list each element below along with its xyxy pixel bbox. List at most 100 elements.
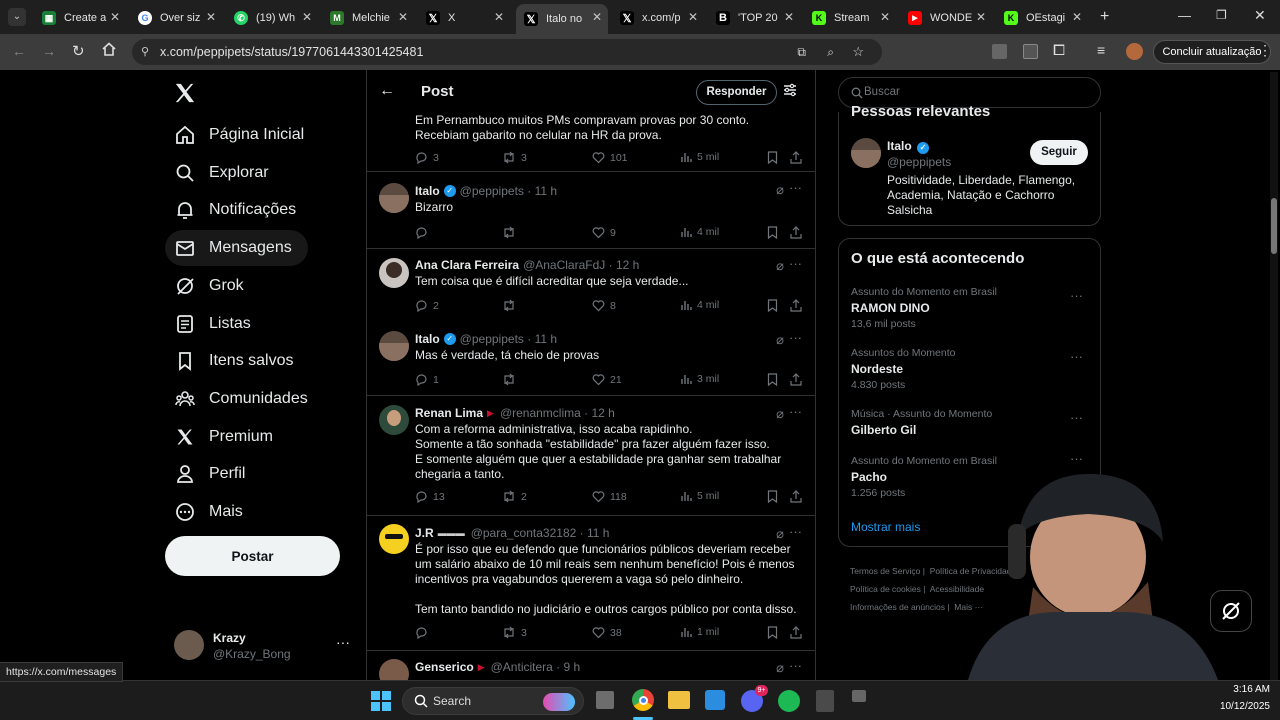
tweet-time[interactable]: 9 h (564, 660, 581, 674)
views-action[interactable]: 4 mil (680, 299, 719, 311)
close-tab-icon[interactable]: ✕ (880, 10, 890, 24)
address-bar[interactable]: ⚲ x.com/peppipets/status/197706144330142… (132, 39, 882, 65)
sidebar-item-more[interactable]: Mais (165, 494, 255, 530)
like-action[interactable]: 9 (592, 226, 616, 239)
store-icon[interactable] (705, 690, 725, 710)
retweet-action[interactable] (502, 226, 521, 239)
retweet-action[interactable]: 3 (502, 151, 527, 164)
close-tab-icon[interactable]: ✕ (592, 10, 602, 24)
author-handle[interactable]: @peppipets (460, 332, 524, 346)
grok-icon[interactable]: ⌀ (776, 332, 784, 348)
show-more-link[interactable]: Mostrar mais (851, 520, 920, 534)
browser-tab[interactable]: ▦ Create a ✕ (34, 4, 126, 32)
restore-button[interactable]: ❐ (1216, 8, 1227, 22)
views-action[interactable]: 1 mil (680, 626, 719, 638)
sidebar-item-messages[interactable]: Mensagens (165, 230, 308, 266)
close-tab-icon[interactable]: ✕ (494, 10, 504, 24)
browser-tab[interactable]: K Stream ✕ (804, 4, 896, 32)
sidebar-item-explore[interactable]: Explorar (165, 155, 281, 191)
close-tab-icon[interactable]: ✕ (1072, 10, 1082, 24)
share-icon[interactable] (790, 373, 807, 386)
browser-profile-avatar[interactable] (1126, 43, 1143, 60)
share-icon[interactable] (790, 151, 807, 164)
tweet-time[interactable]: 12 h (591, 406, 614, 420)
chrome-icon[interactable] (632, 689, 654, 711)
like-action[interactable]: 21 (592, 373, 622, 386)
share-icon[interactable] (790, 299, 807, 312)
sidebar-item-profile[interactable]: Perfil (165, 456, 257, 492)
browser-menu-icon[interactable]: ⋮ (1258, 42, 1272, 59)
reply-action[interactable]: 3 (415, 151, 439, 164)
tweet-time[interactable]: 11 h (587, 526, 609, 540)
browser-tab[interactable]: 𝕏 x.com/p ✕ (612, 4, 704, 32)
author-name[interactable]: Italo (415, 184, 440, 198)
views-action[interactable]: 5 mil (680, 151, 719, 163)
tweet[interactable]: Ana Clara Ferreira @AnaClaraFdJ · 12 h ⌀… (367, 249, 815, 326)
trend-item[interactable]: Assunto do Momento em Brasil RAMON DINO … (851, 286, 1091, 330)
footer-link[interactable]: Política de cookies (850, 584, 921, 594)
like-action[interactable]: 101 (592, 151, 628, 164)
author-name[interactable]: Ana Clara Ferreira (415, 258, 519, 272)
tweet[interactable]: Italo ✓ @peppipets · 11 h ⌀ ··· Bizarro … (367, 172, 815, 249)
reply-button[interactable]: Responder (696, 80, 777, 105)
trend-item[interactable]: Música · Assunto do Momento Gilberto Gil… (851, 408, 1091, 437)
tweet-time[interactable]: 11 h (535, 332, 557, 346)
sidebar-item-notifications[interactable]: Notificações (165, 192, 308, 228)
sidebar-item-communities[interactable]: Comunidades (165, 381, 320, 417)
extension-icon[interactable] (1023, 44, 1038, 59)
tweet[interactable]: Italo ✓ @peppipets · 11 h ⌀ ··· Mas é ve… (367, 326, 815, 396)
bookmark-icon[interactable] (767, 151, 783, 164)
update-button[interactable]: Concluir atualização (1153, 40, 1271, 64)
relevant-user-name-row[interactable]: Italo ✓ (887, 139, 930, 154)
clock-date[interactable]: 10/12/2025 (1200, 701, 1270, 712)
retweet-action[interactable] (502, 299, 521, 312)
more-dots-icon[interactable]: ··· (789, 330, 802, 345)
close-tab-icon[interactable]: ✕ (302, 10, 312, 24)
bookmark-icon[interactable] (767, 299, 783, 312)
bookmark-icon[interactable] (767, 373, 783, 386)
more-dots-icon[interactable]: ··· (789, 524, 802, 539)
browser-tab[interactable]: K OEstagi ✕ (996, 4, 1088, 32)
tweet[interactable]: Genserico ▶ @Anticitera · 9 h ⌀ ··· (367, 651, 815, 680)
sidebar-item-home[interactable]: Página Inicial (165, 117, 316, 153)
grok-icon[interactable]: ⌀ (776, 526, 784, 542)
reply-action[interactable]: 13 (415, 490, 445, 503)
browser-tab[interactable]: M Melchie ✕ (322, 4, 414, 32)
forward-icon[interactable]: → (42, 43, 56, 59)
sidebar-item-premium[interactable]: Premium (165, 419, 285, 455)
more-dots-icon[interactable]: ··· (1070, 288, 1083, 303)
close-window-button[interactable]: ✕ (1254, 7, 1266, 24)
bookmark-icon[interactable] (767, 490, 783, 503)
scrollbar-thumb[interactable] (1271, 198, 1277, 254)
tweet-time[interactable]: 12 h (616, 258, 639, 272)
more-dots-icon[interactable]: ··· (789, 256, 802, 271)
x-logo-icon[interactable] (174, 82, 196, 104)
more-dots-icon[interactable]: ··· (336, 634, 350, 650)
sidebar-item-lists[interactable]: Listas (165, 306, 263, 342)
footer-link[interactable]: Termos de Serviço (850, 566, 920, 576)
follow-button[interactable]: Seguir (1030, 140, 1088, 165)
more-dots-icon[interactable]: ··· (1070, 410, 1083, 425)
back-arrow-icon[interactable]: ← (379, 82, 395, 100)
grok-icon[interactable]: ⌀ (776, 258, 784, 274)
browser-tab[interactable]: 𝕏 X ✕ (418, 4, 510, 32)
account-switcher[interactable]: Krazy @Krazy_Bong ··· (174, 630, 359, 670)
home-browser-icon[interactable] (102, 42, 116, 56)
tweet[interactable]: Renan Lima ▶ @renanmclima · 12 h ⌀ ··· C… (367, 396, 815, 516)
author-handle[interactable]: @peppipets (460, 184, 524, 198)
media-control-icon[interactable]: ≡ (1097, 42, 1105, 58)
sidebar-item-grok[interactable]: Grok (165, 268, 256, 304)
like-action[interactable]: 8 (592, 299, 616, 312)
bookmark-icon[interactable] (767, 226, 783, 239)
retweet-action[interactable]: 2 (502, 490, 527, 503)
like-action[interactable]: 38 (592, 626, 622, 639)
browser-tab[interactable]: ✆ (19) Wh ✕ (226, 4, 318, 32)
share-icon[interactable] (790, 226, 807, 239)
trend-item[interactable]: Assuntos do Momento Nordeste 4.830 posts… (851, 347, 1091, 391)
extension-icon[interactable] (992, 44, 1007, 59)
close-tab-icon[interactable]: ✕ (688, 10, 698, 24)
more-dots-icon[interactable]: ··· (789, 180, 802, 195)
grok-icon[interactable]: ⌀ (776, 660, 784, 676)
browser-tab[interactable]: G Over siz ✕ (130, 4, 222, 32)
author-handle[interactable]: @Anticitera (491, 660, 553, 674)
